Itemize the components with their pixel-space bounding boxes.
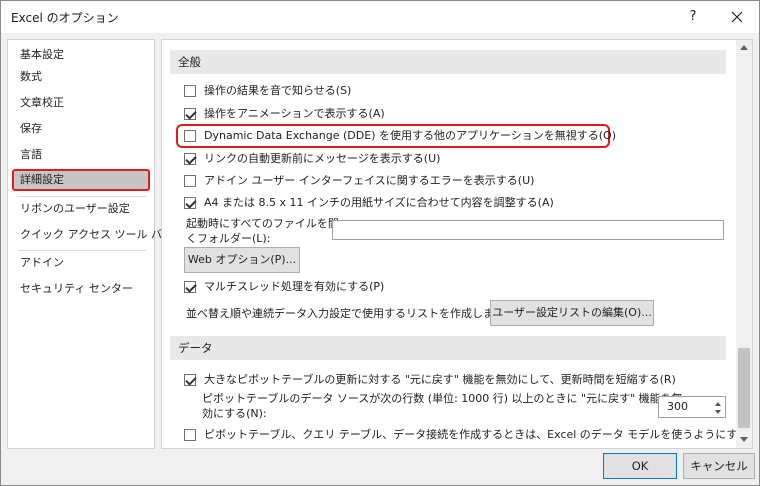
option-label: アドイン ユーザー インターフェイスに関するエラーを表示する(U) — [204, 174, 535, 187]
sidebar-item-customize-ribbon[interactable]: リボンのユーザー設定 — [12, 198, 150, 220]
startup-folder-label-line2: くフォルダー(L): — [186, 232, 271, 245]
section-heading-general: 全般 — [170, 50, 726, 74]
checkbox[interactable] — [184, 281, 196, 293]
scroll-up-icon[interactable] — [740, 45, 748, 50]
spinner-value: 300 — [667, 400, 688, 413]
ok-button[interactable]: OK — [603, 453, 677, 479]
category-sidebar: 基本設定 数式 文章校正 保存 言語 詳細設定 リボンのユーザー設定 クイック … — [7, 39, 173, 449]
option-label: ピボットテーブル、クエリ テーブル、データ接続を作成するときは、Excel のデ… — [204, 426, 753, 444]
window-title: Excel のオプション — [11, 11, 119, 25]
custom-lists-label: 並べ替え順や連続データ入力設定で使用するリストを作成します: — [186, 307, 509, 320]
undo-row-threshold-label-line2: 効にする(N): — [202, 407, 267, 420]
startup-folder-label: 起動時にすべてのファイルを開 — [186, 217, 339, 230]
scrollbar-thumb[interactable] — [738, 348, 750, 428]
undo-row-threshold-spinner[interactable]: 300 — [658, 396, 726, 418]
spin-down-icon[interactable] — [715, 410, 721, 414]
advanced-options-panel: 全般 操作の結果を音で知らせる(S) 操作をアニメーションで表示する(A) Dy… — [161, 39, 753, 449]
option-label: リンクの自動更新前にメッセージを表示する(U) — [204, 152, 441, 165]
sidebar-item-formulas[interactable]: 数式 — [12, 66, 150, 88]
scroll-down-icon[interactable] — [740, 437, 748, 442]
option-label: マルチスレッド処理を有効にする(P) — [204, 280, 385, 293]
checkbox[interactable] — [184, 153, 196, 165]
option-label-text: ピボットテーブル、クエリ テーブル、データ接続を作成するときは、Excel のデ… — [204, 428, 753, 441]
sidebar-item-advanced[interactable]: 詳細設定 — [12, 169, 150, 191]
option-label: 操作の結果を音で知らせる(S) — [204, 84, 352, 97]
sidebar-item-quick-access-toolbar[interactable]: クイック アクセス ツール バー — [12, 224, 173, 246]
sidebar-item-proofing[interactable]: 文章校正 — [12, 92, 150, 114]
checkbox[interactable] — [184, 130, 196, 142]
cancel-button[interactable]: キャンセル — [683, 453, 755, 479]
title-bar: Excel のオプション ? — [1, 1, 759, 33]
checkbox[interactable] — [184, 85, 196, 97]
edit-custom-lists-button[interactable]: ユーザー設定リストの編集(O)... — [490, 300, 654, 326]
checkbox[interactable] — [184, 108, 196, 120]
sidebar-item-general[interactable]: 基本設定 — [12, 44, 150, 66]
option-label: Dynamic Data Exchange (DDE) を使用する他のアプリケー… — [204, 129, 617, 142]
sidebar-item-addins[interactable]: アドイン — [12, 252, 150, 274]
close-button[interactable] — [717, 3, 757, 31]
checkbox[interactable] — [184, 175, 196, 187]
sidebar-item-language[interactable]: 言語 — [12, 144, 150, 166]
sidebar-item-trust-center[interactable]: セキュリティ センター — [12, 278, 150, 300]
web-options-button[interactable]: Web オプション(P)... — [184, 247, 300, 273]
checkbox[interactable] — [184, 374, 196, 386]
undo-row-threshold-label: ピボットテーブルのデータ ソースが次の行数 (単位: 1000 行) 以上のとき… — [202, 392, 683, 405]
checkbox[interactable] — [184, 197, 196, 209]
checkbox[interactable] — [184, 429, 196, 441]
startup-folder-input[interactable] — [332, 220, 724, 240]
section-heading-data: データ — [170, 336, 726, 360]
sidebar-item-save[interactable]: 保存 — [12, 118, 150, 140]
vertical-scrollbar[interactable] — [736, 40, 752, 448]
spin-up-icon[interactable] — [715, 402, 721, 406]
sidebar-divider — [18, 250, 146, 251]
option-label: 大きなピボットテーブルの更新に対する "元に戻す" 機能を無効にして、更新時間を… — [204, 373, 676, 386]
options-dialog: Excel のオプション ? 基本設定 数式 文章校正 保存 言語 詳細設定 リ… — [0, 0, 760, 486]
option-label: A4 または 8.5 x 11 インチの用紙サイズに合わせて内容を調整する(A) — [204, 196, 554, 209]
close-icon — [731, 11, 743, 23]
sidebar-divider — [18, 196, 146, 197]
option-label: 操作をアニメーションで表示する(A) — [204, 107, 385, 120]
help-button[interactable]: ? — [673, 3, 713, 31]
